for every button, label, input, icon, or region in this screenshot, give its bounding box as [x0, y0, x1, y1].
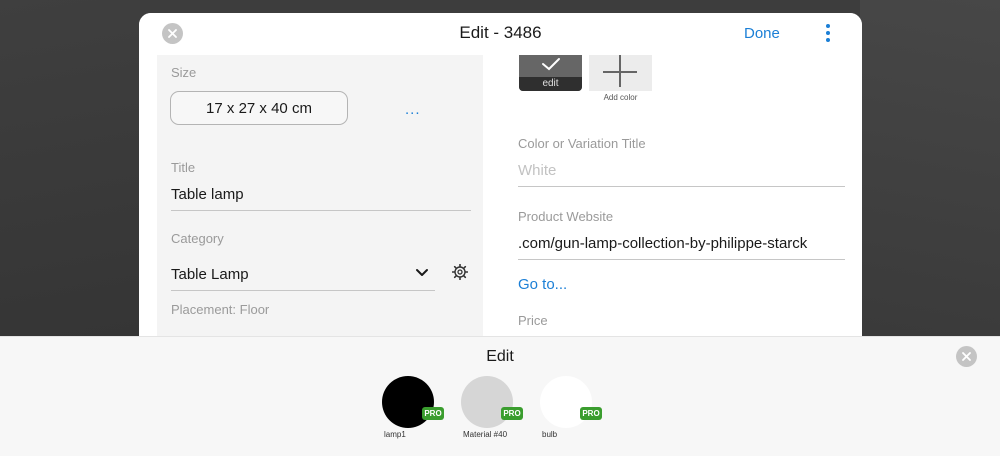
material-label: bulb	[542, 430, 558, 439]
modal-header: Edit - 3486 Done	[139, 13, 862, 55]
chevron-down-icon[interactable]	[415, 268, 429, 278]
pro-badge: PRO	[580, 407, 602, 420]
size-label: Size	[171, 65, 197, 80]
material-label: Material #40	[463, 430, 508, 439]
placement-text: Placement: Floor	[171, 302, 270, 317]
price-label: Price	[518, 313, 548, 328]
sheet-title: Edit	[486, 348, 514, 365]
material-lamp1[interactable]: PRO lamp1	[382, 376, 452, 448]
more-options-icon[interactable]	[823, 24, 833, 46]
background-wall-left	[0, 0, 140, 336]
left-panel: Size 17 x 27 x 40 cm ... Title Table lam…	[157, 55, 483, 353]
done-button[interactable]: Done	[744, 25, 780, 42]
material-swatch	[540, 376, 592, 428]
size-button[interactable]: 17 x 27 x 40 cm	[170, 91, 348, 125]
variation-underline	[518, 186, 845, 187]
go-to-link[interactable]: Go to...	[518, 276, 567, 293]
category-select[interactable]: Table Lamp	[171, 266, 249, 283]
material-swatch	[382, 376, 434, 428]
material-40[interactable]: PRO Material #40	[461, 376, 531, 448]
category-underline	[171, 290, 435, 291]
category-label: Category	[171, 231, 224, 246]
background-wall-right	[860, 0, 1000, 336]
add-color-button[interactable]	[589, 55, 652, 91]
close-button[interactable]	[162, 23, 183, 44]
website-input[interactable]: .com/gun-lamp-collection-by-philippe-sta…	[518, 235, 807, 252]
edit-modal: Edit - 3486 Done Size 17 x 27 x 40 cm ..…	[139, 13, 862, 353]
material-label: lamp1	[384, 430, 406, 439]
title-label: Title	[171, 160, 196, 175]
material-bulb[interactable]: PRO bulb	[540, 376, 610, 448]
close-icon	[168, 29, 177, 38]
pro-badge: PRO	[422, 407, 444, 420]
pro-badge: PRO	[501, 407, 523, 420]
variation-label: Color or Variation Title	[518, 136, 646, 151]
material-swatch	[461, 376, 513, 428]
close-icon	[962, 352, 971, 361]
website-label: Product Website	[518, 209, 614, 224]
add-color-label: Add color	[603, 93, 638, 102]
checkmark-icon	[542, 58, 560, 71]
sheet-close-button[interactable]	[956, 346, 977, 367]
color-swatch-edit[interactable]: edit	[519, 55, 582, 91]
website-underline	[518, 259, 845, 260]
swatch-edit-label: edit	[519, 77, 582, 91]
gear-icon[interactable]	[452, 264, 468, 280]
material-bottom-sheet: Edit PRO lamp1 PRO Material #40 PRO bulb	[0, 336, 1000, 456]
title-underline	[171, 210, 471, 211]
title-input[interactable]: Table lamp	[171, 186, 244, 203]
variation-input[interactable]: White	[518, 162, 556, 179]
size-more-button[interactable]: ...	[405, 101, 421, 118]
